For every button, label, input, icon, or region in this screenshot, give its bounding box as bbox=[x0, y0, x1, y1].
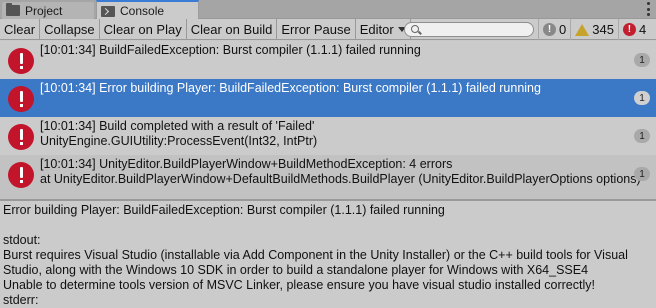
error-count: 4 bbox=[638, 22, 647, 37]
clear-on-play-button[interactable]: Clear on Play bbox=[100, 19, 187, 39]
log-stack-line: at UnityEditor.BuildPlayerWindow+Default… bbox=[40, 172, 641, 186]
clear-on-build-button[interactable]: Clear on Build bbox=[187, 19, 278, 39]
warning-icon bbox=[575, 23, 590, 36]
error-icon bbox=[8, 48, 34, 74]
log-counts: ! 0 345 ! 4 bbox=[538, 19, 650, 40]
log-stack-line: UnityEngine.GUIUtility:ProcessEvent(Int3… bbox=[40, 134, 318, 148]
tab-console[interactable]: Console bbox=[96, 0, 199, 20]
search-icon bbox=[411, 25, 419, 33]
error-icon bbox=[8, 162, 34, 188]
editor-dropdown-label: Editor bbox=[359, 21, 394, 37]
collapse-count-badge: 1 bbox=[634, 129, 650, 143]
detail-line: Burst requires Visual Studio (installabl… bbox=[3, 248, 628, 262]
log-entry[interactable]: [10:01:34] BuildFailedException: Burst c… bbox=[0, 41, 656, 79]
log-entry[interactable]: [10:01:34] UnityEditor.BuildPlayerWindow… bbox=[0, 155, 656, 193]
error-pause-button[interactable]: Error Pause bbox=[277, 19, 356, 39]
tab-project-label: Project bbox=[25, 3, 63, 18]
search-input[interactable] bbox=[423, 23, 529, 36]
detail-line: stderr: bbox=[3, 293, 39, 307]
log-message: [10:01:34] Error building Player: BuildF… bbox=[40, 81, 541, 95]
collapse-count-badge: 1 bbox=[634, 167, 650, 181]
error-icon bbox=[8, 86, 34, 112]
more-options-icon[interactable] bbox=[644, 2, 652, 16]
info-toggle[interactable]: ! 0 bbox=[538, 19, 570, 40]
info-count: 0 bbox=[559, 22, 567, 37]
detail-line: Studio, along with the Windows 10 SDK in… bbox=[3, 263, 589, 277]
error-icon bbox=[8, 124, 34, 150]
detail-line: Unable to determine tools version of MSV… bbox=[3, 278, 595, 292]
log-entry[interactable]: [10:01:34] Build completed with a result… bbox=[0, 117, 656, 155]
warning-toggle[interactable]: 345 bbox=[570, 19, 618, 40]
error-toggle[interactable]: ! 4 bbox=[617, 19, 650, 40]
warning-count: 345 bbox=[592, 22, 614, 37]
detail-line: Error building Player: BuildFailedExcept… bbox=[3, 203, 445, 217]
folder-icon bbox=[6, 3, 20, 16]
search-field[interactable] bbox=[404, 22, 534, 37]
detail-line: stdout: bbox=[3, 233, 41, 247]
tab-bar: Project Console bbox=[0, 0, 656, 20]
error-icon: ! bbox=[622, 23, 636, 36]
log-message: [10:01:34] Build completed with a result… bbox=[40, 119, 315, 133]
info-icon: ! bbox=[543, 23, 556, 36]
collapse-button[interactable]: Collapse bbox=[40, 19, 100, 39]
tab-console-label: Console bbox=[120, 4, 165, 18]
console-toolbar: Clear Collapse Clear on Play Clear on Bu… bbox=[0, 19, 656, 40]
log-message: [10:01:34] UnityEditor.BuildPlayerWindow… bbox=[40, 157, 453, 171]
clear-button[interactable]: Clear bbox=[0, 19, 41, 39]
collapse-count-badge: 1 bbox=[634, 91, 650, 105]
log-detail-pane: Error building Player: BuildFailedExcept… bbox=[0, 201, 656, 308]
log-entry-selected[interactable]: [10:01:34] Error building Player: BuildF… bbox=[0, 79, 656, 117]
tab-project[interactable]: Project bbox=[2, 2, 94, 19]
console-icon bbox=[101, 5, 115, 17]
editor-dropdown[interactable]: Editor bbox=[356, 19, 411, 39]
log-message: [10:01:34] BuildFailedException: Burst c… bbox=[40, 43, 421, 57]
log-list: [10:01:34] BuildFailedException: Burst c… bbox=[0, 41, 656, 199]
collapse-count-badge: 1 bbox=[634, 53, 650, 67]
